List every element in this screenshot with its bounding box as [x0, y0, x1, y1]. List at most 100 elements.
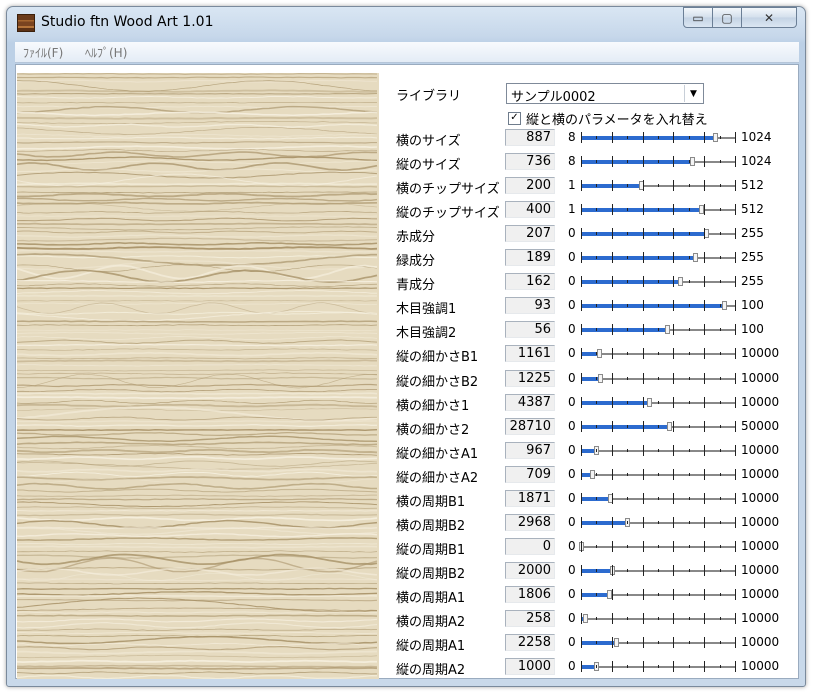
slider-tick [689, 280, 690, 284]
slider-track[interactable] [581, 180, 736, 192]
slider-track[interactable] [581, 204, 736, 216]
chevron-down-icon[interactable]: ▼ [684, 85, 702, 102]
slider-min-label: 0 [568, 274, 576, 289]
slider-value-field[interactable]: 162 [505, 273, 555, 291]
swap-params-checkbox[interactable]: ✓ [508, 112, 521, 125]
slider-min-label: 0 [568, 346, 576, 361]
slider-track[interactable] [581, 492, 736, 504]
slider-thumb[interactable] [713, 133, 718, 142]
slider-value-field[interactable]: 1161 [505, 345, 555, 363]
slider-track[interactable] [581, 468, 736, 480]
slider-track[interactable] [581, 156, 736, 168]
wood-app-icon[interactable] [17, 14, 35, 32]
slider-tick [720, 568, 721, 572]
slider-tick [596, 496, 597, 500]
slider-value-field[interactable]: 1871 [505, 489, 555, 507]
slider-track[interactable] [581, 516, 736, 528]
slider-track[interactable] [581, 637, 736, 649]
slider-fill [581, 328, 667, 333]
slider-tick [689, 641, 690, 645]
slider-value-field[interactable]: 200 [505, 177, 555, 195]
slider-tick [704, 661, 705, 673]
slider-tick [643, 204, 644, 216]
slider-tick [596, 208, 597, 212]
slider-max-label: 10000 [741, 346, 780, 361]
slider-fill [581, 520, 627, 525]
slider-track[interactable] [581, 372, 736, 384]
slider-tick [673, 180, 674, 192]
slider-value-field[interactable]: 1225 [505, 369, 555, 387]
slider-tick [704, 420, 705, 432]
slider-value-field[interactable]: 736 [505, 153, 555, 171]
slider-track[interactable] [581, 252, 736, 264]
slider-tick [704, 444, 705, 456]
slider-value-field[interactable]: 1000 [505, 658, 555, 676]
slider-track[interactable] [581, 300, 736, 312]
slider-tick [689, 496, 690, 500]
slider-thumb[interactable] [647, 397, 652, 407]
slider-tick [735, 540, 736, 552]
slider-value-field[interactable]: 0 [505, 537, 555, 555]
minimize-button[interactable]: ▭ [683, 7, 713, 28]
slider-thumb[interactable] [667, 421, 672, 431]
slider-value-field[interactable]: 189 [505, 249, 555, 267]
slider-thumb[interactable] [590, 469, 595, 479]
slider-tick [596, 665, 597, 669]
slider-track[interactable] [581, 132, 736, 143]
swap-params-label[interactable]: 縦と横のパラメータを入れ替え [526, 109, 708, 128]
library-select[interactable]: サンプル0002 ▼ [506, 83, 704, 105]
slider-min-label: 0 [568, 370, 576, 385]
slider-track[interactable] [581, 613, 736, 624]
slider-track[interactable] [581, 348, 736, 360]
close-button[interactable]: ✕ [741, 7, 797, 28]
slider-value-field[interactable]: 2000 [505, 561, 555, 579]
title-bar[interactable]: Studio ftn Wood Art 1.01 ▭ ▢ ✕ [7, 7, 805, 39]
slider-thumb[interactable] [597, 349, 602, 359]
slider-tick [581, 252, 582, 264]
slider-value-field[interactable]: 400 [505, 201, 555, 219]
slider-thumb[interactable] [665, 325, 670, 335]
slider-min-label: 0 [568, 490, 576, 505]
slider-track[interactable] [581, 276, 736, 288]
slider-thumb[interactable] [614, 638, 619, 648]
slider-value-field[interactable]: 28710 [505, 417, 555, 435]
slider-track[interactable] [581, 661, 736, 673]
maximize-button[interactable]: ▢ [712, 7, 742, 28]
slider-label: 横の周期A2 [396, 615, 466, 630]
slider-tick [673, 204, 674, 216]
slider-track[interactable] [581, 420, 736, 432]
slider-thumb[interactable] [690, 157, 695, 167]
slider-value-field[interactable]: 4387 [505, 393, 555, 411]
slider-tick [658, 592, 659, 596]
slider-track[interactable] [581, 324, 736, 336]
slider-tick [673, 372, 674, 384]
slider-thumb[interactable] [598, 373, 603, 383]
slider-value-field[interactable]: 258 [505, 610, 555, 627]
slider-tick [658, 376, 659, 380]
slider-value-field[interactable]: 93 [505, 297, 555, 315]
slider-track[interactable] [581, 396, 736, 408]
slider-tick [720, 160, 721, 164]
slider-thumb[interactable] [678, 277, 683, 287]
slider-track[interactable] [581, 444, 736, 456]
slider-label: 縦の周期B1 [396, 542, 466, 558]
slider-value-field[interactable]: 967 [505, 441, 555, 459]
slider-track[interactable] [581, 564, 736, 576]
slider-thumb[interactable] [583, 614, 588, 623]
slider-value-field[interactable]: 887 [505, 129, 555, 146]
menu-file[interactable]: ﾌｧｲﾙ(F) [23, 44, 63, 61]
slider-value-field[interactable]: 56 [505, 321, 555, 339]
slider-value-field[interactable]: 2258 [505, 634, 555, 652]
slider-value-field[interactable]: 207 [505, 225, 555, 243]
menu-help[interactable]: ﾍﾙﾌﾟ(H) [85, 44, 127, 61]
slider-track[interactable] [581, 228, 736, 240]
slider-track[interactable] [579, 540, 736, 552]
slider-thumb[interactable] [722, 301, 727, 311]
slider-value-field[interactable]: 1806 [505, 585, 555, 603]
slider-value-field[interactable]: 2968 [505, 513, 555, 531]
slider-track[interactable] [581, 588, 736, 600]
slider-value-field[interactable]: 709 [505, 465, 555, 483]
slider-tick [720, 617, 721, 620]
slider-thumb[interactable] [693, 253, 698, 263]
slider-label: 緑成分 [396, 254, 436, 270]
